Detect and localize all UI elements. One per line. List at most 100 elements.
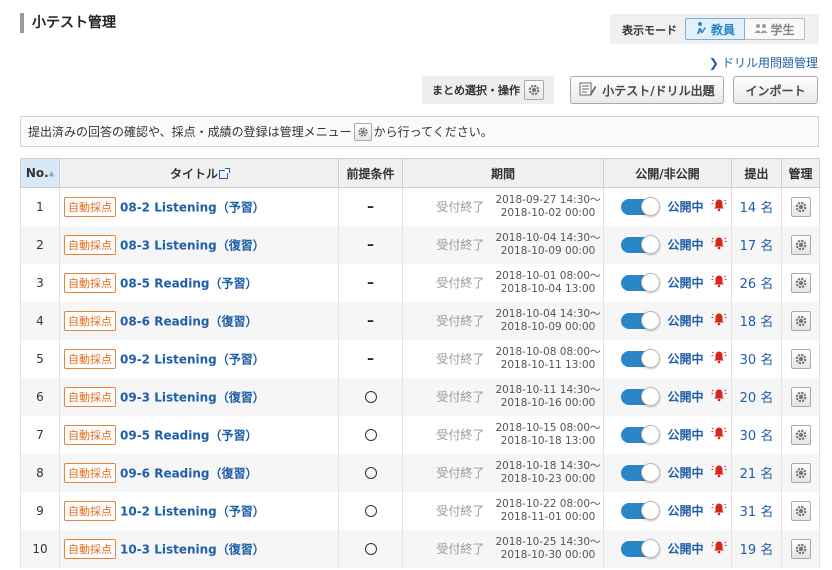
period-start: 2018-09-27 14:30～	[495, 193, 601, 206]
period-end: 2018-10-30 00:00	[500, 548, 596, 561]
publish-toggle[interactable]	[620, 310, 660, 330]
alarm-bell-icon[interactable]	[711, 426, 727, 443]
bulk-action-gear-button[interactable]	[524, 80, 544, 100]
import-label: インポート	[745, 83, 806, 98]
period-end: 2018-10-09 00:00	[500, 244, 596, 257]
row-period: 受付終了 2018-10-22 08:00～ 2018-11-01 00:00	[402, 491, 604, 530]
publish-toggle[interactable]	[620, 348, 660, 368]
row-gear-button[interactable]	[790, 538, 811, 559]
row-title-cell: 自動採点 08-2 Listening（予習）	[59, 187, 339, 226]
alarm-bell-icon[interactable]	[711, 350, 727, 367]
row-no: 8	[20, 453, 60, 492]
quiz-title-link[interactable]: 09-6 Reading（復習）	[120, 466, 258, 480]
row-no: 4	[20, 301, 60, 340]
status-closed: 受付終了	[436, 200, 485, 215]
alarm-bell-icon[interactable]	[711, 198, 727, 215]
row-publish: 公開中	[603, 377, 732, 416]
alarm-bell-icon[interactable]	[711, 312, 727, 329]
drill-question-link[interactable]: ❯ ドリル用問題管理	[709, 54, 818, 71]
row-title-cell: 自動採点 09-5 Reading（予習）	[59, 415, 339, 454]
alarm-bell-icon[interactable]	[711, 388, 727, 405]
alarm-bell-icon[interactable]	[711, 502, 727, 519]
publish-toggle[interactable]	[620, 234, 660, 254]
row-prereq: ○	[338, 491, 403, 530]
submission-count-link[interactable]: 14 名	[740, 201, 774, 216]
mode-teacher-button[interactable]: 教員	[685, 18, 745, 40]
table-row: 7自動採点 09-5 Reading（予習） ○ 受付終了 2018-10-15 08:…	[20, 415, 820, 454]
publish-toggle[interactable]	[620, 272, 660, 292]
gear-icon	[795, 429, 806, 440]
submission-count-link[interactable]: 30 名	[740, 429, 774, 444]
submission-count-link[interactable]: 19 名	[740, 543, 774, 558]
submission-count-link[interactable]: 31 名	[740, 505, 774, 520]
row-gear-button[interactable]	[790, 234, 811, 255]
row-gear-button[interactable]	[790, 310, 811, 331]
quiz-title-link[interactable]: 09-2 Listening（予習）	[120, 352, 265, 366]
row-manage	[781, 187, 820, 226]
quiz-title-link[interactable]: 08-6 Reading（復習）	[120, 314, 258, 328]
submission-count-link[interactable]: 17 名	[740, 239, 774, 254]
row-publish: 公開中	[603, 491, 732, 530]
header-no[interactable]: No.▲	[20, 158, 60, 188]
publish-toggle[interactable]	[620, 500, 660, 520]
alarm-bell-icon[interactable]	[711, 464, 727, 481]
mode-student-button[interactable]: 学生	[745, 18, 805, 40]
row-period: 受付終了 2018-10-04 14:30～ 2018-10-09 00:00	[402, 225, 604, 264]
sort-asc-icon: ▲	[48, 169, 55, 178]
row-gear-button[interactable]	[790, 386, 811, 407]
quiz-drill-create-button[interactable]: 小テスト/ドリル出題	[570, 76, 724, 104]
quiz-title-link[interactable]: 08-3 Listening（復習）	[120, 238, 265, 252]
alarm-bell-icon[interactable]	[711, 540, 727, 557]
header-title[interactable]: タイトル	[59, 158, 339, 188]
row-prereq: ○	[338, 529, 403, 568]
submission-count-link[interactable]: 18 名	[740, 315, 774, 330]
row-title-cell: 自動採点 10-3 Listening（復習）	[59, 529, 339, 568]
row-gear-button[interactable]	[790, 500, 811, 521]
table-row: 2 自動採点 08-3 Listening（復習） – 受付終了 2018-10-04 1…	[20, 225, 820, 264]
table-row: 6自動採点 09-3 Listening（復習） ○ 受付終了 2018-10-11 1…	[20, 377, 820, 416]
row-gear-button[interactable]	[790, 196, 811, 217]
prereq-dash: –	[367, 236, 374, 253]
publish-toggle[interactable]	[620, 386, 660, 406]
row-gear-button[interactable]	[790, 348, 811, 369]
row-gear-button[interactable]	[790, 424, 811, 445]
auto-grade-badge: 自動採点	[64, 500, 116, 521]
period-dates: 2018-10-11 14:30～ 2018-10-16 00:00	[495, 384, 600, 410]
quiz-title-link[interactable]: 09-3 Listening（復習）	[120, 390, 265, 404]
row-prereq: ○	[338, 415, 403, 454]
quiz-title-link[interactable]: 08-2 Listening（予習）	[120, 200, 265, 214]
submission-count-link[interactable]: 30 名	[740, 353, 774, 368]
display-mode-switch: 表示モード 教員 学生	[610, 14, 819, 44]
publish-toggle[interactable]	[620, 424, 660, 444]
alarm-bell-icon[interactable]	[711, 236, 727, 253]
auto-grade-badge: 自動採点	[64, 196, 116, 217]
import-button[interactable]: インポート	[733, 76, 818, 104]
period-start: 2018-10-25 14:30～	[495, 535, 601, 548]
submission-count-link[interactable]: 20 名	[740, 391, 774, 406]
status-closed: 受付終了	[436, 428, 485, 442]
gear-icon	[795, 543, 806, 554]
submission-count-link[interactable]: 21 名	[740, 467, 774, 482]
submission-count-link[interactable]: 26 名	[740, 277, 774, 292]
period-start: 2018-10-18 14:30～	[495, 459, 601, 472]
table-header-row: No.▲ タイトル 前提条件 期間 公開/非公開 提出 管理	[20, 158, 820, 188]
prereq-dash: –	[367, 198, 374, 215]
quiz-title-link[interactable]: 09-5 Reading（予習）	[120, 428, 258, 442]
status-closed: 受付終了	[436, 390, 485, 404]
alarm-bell-icon[interactable]	[711, 274, 727, 291]
publish-toggle[interactable]	[620, 538, 660, 558]
header-prereq: 前提条件	[338, 158, 403, 188]
prereq-circle-icon	[364, 505, 377, 517]
quiz-title-link[interactable]: 10-3 Listening（復習）	[120, 542, 265, 556]
row-gear-button[interactable]	[790, 462, 811, 483]
mode-student-label: 学生	[770, 22, 795, 37]
row-no: 3	[20, 263, 60, 302]
quiz-title-link[interactable]: 10-2 Listening（予習）	[120, 504, 265, 518]
period-dates: 2018-09-27 14:30～ 2018-10-02 00:00	[495, 194, 600, 220]
quiz-title-link[interactable]: 08-5 Reading（予習）	[120, 276, 258, 290]
publish-toggle[interactable]	[620, 196, 660, 216]
publish-toggle[interactable]	[620, 462, 660, 482]
row-submit: 19 名	[731, 529, 782, 568]
row-no: 5	[20, 339, 60, 378]
row-gear-button[interactable]	[790, 272, 811, 293]
